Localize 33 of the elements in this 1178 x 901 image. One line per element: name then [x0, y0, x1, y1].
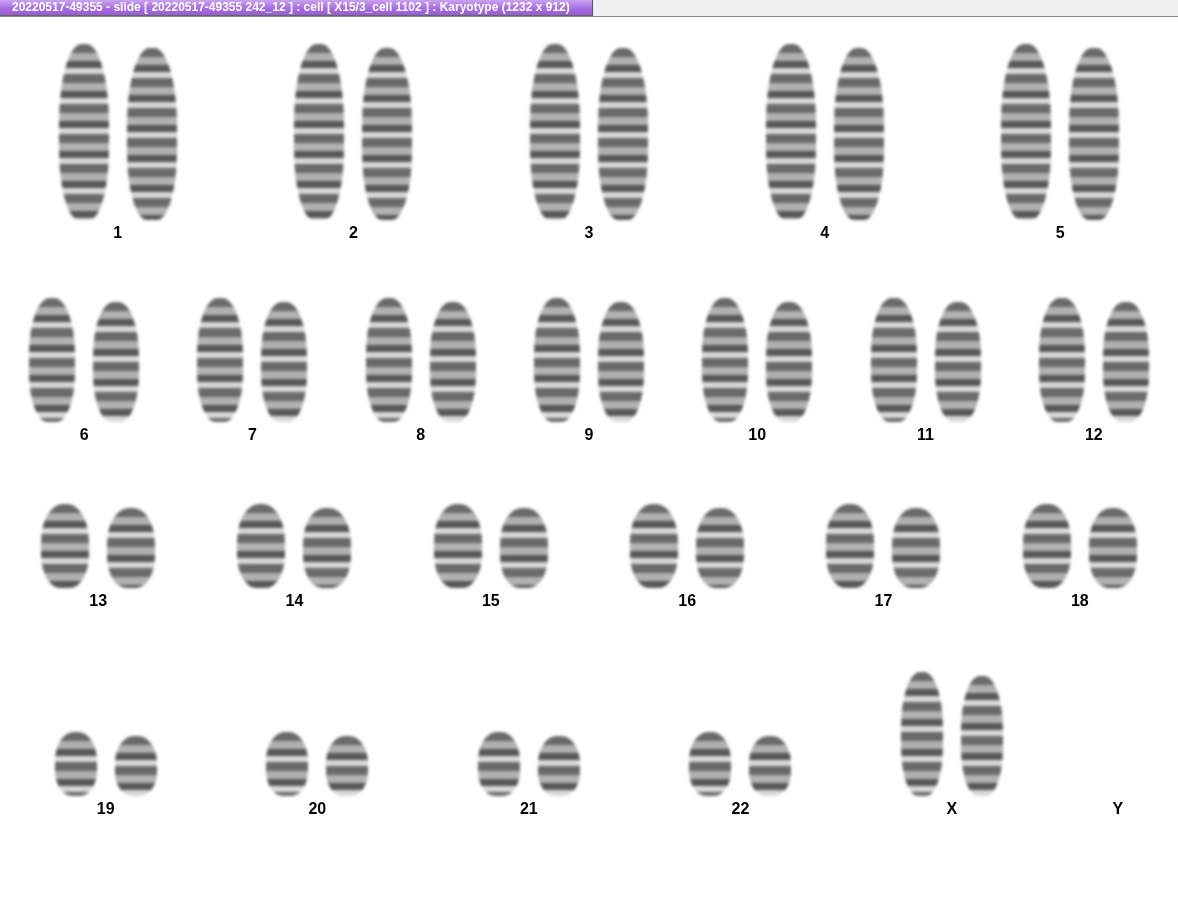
chromosome-label: 21	[519, 800, 538, 818]
chromosome-photo	[54, 732, 97, 796]
chromosome-label: 13	[89, 592, 108, 610]
window-title: 20220517-49355 - slide [ 20220517-49355 242_12 ] : cell [ X15/3_cell 1102 ] : Karyotype (1232 x 912)	[0, 0, 593, 16]
chromosome-label: 10	[748, 426, 767, 444]
chromosome-photo	[689, 732, 732, 796]
chromosome-photo	[477, 732, 520, 796]
chromosome-photo	[266, 732, 309, 796]
chromosome-label: X	[946, 800, 958, 818]
chromosome-label: 8	[416, 426, 426, 444]
chromosome-label: 9	[584, 426, 594, 444]
chromosome-label: 3	[584, 224, 594, 242]
chromosome-label: 15	[481, 592, 500, 610]
chromosome-label: 7	[247, 426, 257, 444]
chromosome-photo	[537, 736, 580, 796]
chromosome-photo	[114, 736, 157, 796]
chromosome-label: 18	[1070, 592, 1089, 610]
chromosome-label: 1	[113, 224, 123, 242]
chromosome-label: 5	[1055, 224, 1065, 242]
chromosome-label: 14	[285, 592, 304, 610]
chromosome-label: 6	[79, 426, 89, 444]
chromosome-label: 16	[678, 592, 697, 610]
chromosome-label: 12	[1084, 426, 1103, 444]
chromosome-label: 2	[348, 224, 358, 242]
chromosome-label: 4	[820, 224, 830, 242]
chromosome-photo	[326, 736, 369, 796]
chromosome-label: 19	[96, 800, 115, 818]
chromosome-label: 20	[308, 800, 327, 818]
chromosome-label: Y	[1112, 800, 1124, 818]
chromosome-label: 22	[731, 800, 750, 818]
chromosome-label: 11	[917, 426, 934, 444]
chromosome-photo	[749, 736, 792, 796]
chromosome-label: 17	[874, 592, 893, 610]
